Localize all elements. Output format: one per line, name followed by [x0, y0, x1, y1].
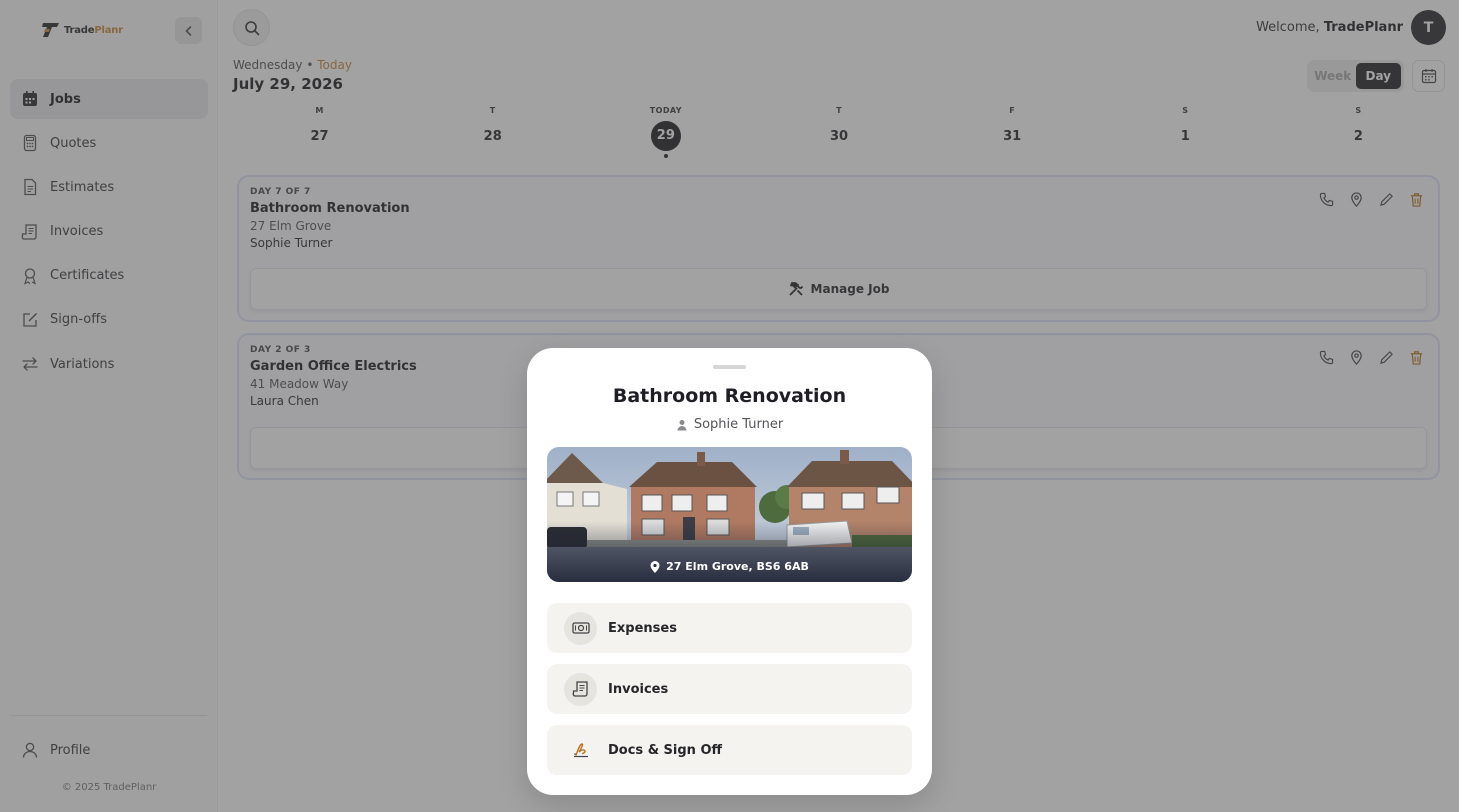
row-label: Docs & Sign Off: [608, 742, 723, 758]
docs-sign-off-row[interactable]: Docs & Sign Off: [547, 725, 912, 775]
banknote-icon: [564, 611, 597, 645]
photo-address-text: 27 Elm Grove, BS6 6AB: [666, 560, 809, 573]
sheet-title: Bathroom Renovation: [612, 385, 847, 407]
photo-address: 27 Elm Grove, BS6 6AB: [547, 560, 912, 573]
row-label: Expenses: [608, 620, 677, 636]
sheet-client: Sophie Turner: [527, 417, 932, 432]
drag-handle[interactable]: [713, 365, 746, 369]
signature-icon: [564, 734, 597, 767]
invoices-row[interactable]: Invoices: [547, 664, 912, 714]
user-icon: [677, 419, 687, 430]
row-label: Invoices: [608, 681, 669, 697]
expenses-row[interactable]: Expenses: [547, 603, 912, 653]
receipt-icon: [564, 672, 597, 706]
map-pin-icon: [650, 560, 660, 573]
property-photo: 27 Elm Grove, BS6 6AB: [547, 447, 912, 582]
job-detail-sheet: Bathroom Renovation Sophie Turner 27 Elm…: [527, 348, 932, 795]
client-name: Sophie Turner: [693, 417, 784, 432]
